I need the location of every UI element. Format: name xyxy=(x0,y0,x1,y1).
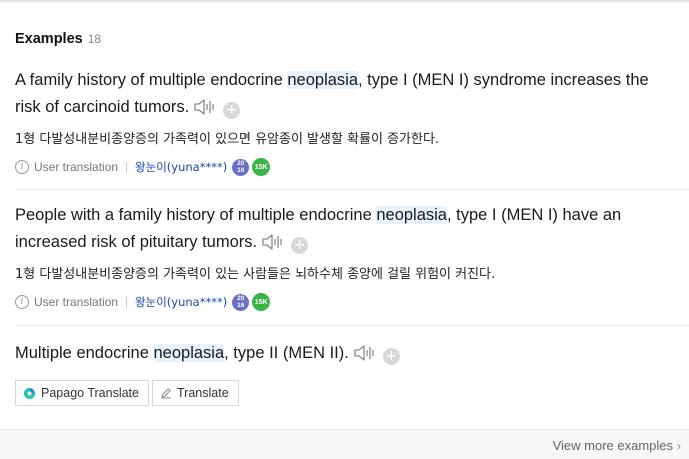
example-divider xyxy=(15,325,689,326)
speaker-icon[interactable] xyxy=(353,344,377,371)
example-item: People with a family history of multiple… xyxy=(15,202,689,312)
top-divider xyxy=(0,0,689,2)
level-badge-icon: 15K xyxy=(252,158,271,176)
footer-bar: View more examples › xyxy=(0,429,689,459)
translate-label: Translate xyxy=(177,386,229,400)
translation-source: User translation xyxy=(34,295,119,309)
info-icon[interactable]: i xyxy=(15,295,29,309)
translation-meta: i User translation 왕눈이(yuna****) 20 16 15… xyxy=(15,157,689,177)
example-translation: 1형 다발성내분비종양증의 가족력이 있는 사람들은 뇌하수체 종양에 걸릴 위… xyxy=(15,267,496,282)
view-more-label: View more examples xyxy=(552,438,673,453)
translation-source: User translation xyxy=(34,160,119,174)
example-sentence: A family history of multiple endocrine n… xyxy=(15,67,675,125)
sentence-text: , type II (MEN II). xyxy=(224,344,349,362)
translation-meta: i User translation 왕눈이(yuna****) 20 16 15… xyxy=(15,292,689,312)
pencil-icon xyxy=(160,387,172,399)
papago-translate-button[interactable]: Papago Translate xyxy=(15,380,149,406)
sentence-text: People with a family history of multiple… xyxy=(15,206,377,224)
example-sentence: Multiple endocrine neoplasia, type II (M… xyxy=(15,340,675,371)
example-item: Multiple endocrine neoplasia, type II (M… xyxy=(15,340,689,406)
speaker-icon[interactable] xyxy=(193,98,217,125)
examples-header: Examples 18 xyxy=(15,31,101,47)
highlighted-term[interactable]: neoplasia xyxy=(376,206,447,224)
year-badge-icon: 20 16 xyxy=(232,293,250,311)
papago-icon xyxy=(23,387,36,400)
user-link[interactable]: 왕눈이(yuna****) xyxy=(135,159,227,175)
add-icon[interactable]: + xyxy=(382,348,400,365)
user-link[interactable]: 왕눈이(yuna****) xyxy=(135,294,227,310)
meta-divider xyxy=(126,161,128,173)
example-sentence: People with a family history of multiple… xyxy=(15,202,675,260)
highlighted-term[interactable]: neoplasia xyxy=(153,344,225,362)
highlighted-term[interactable]: neoplasia xyxy=(287,71,359,89)
sentence-text: Multiple endocrine xyxy=(15,344,154,362)
example-item: A family history of multiple endocrine n… xyxy=(15,67,689,177)
view-more-examples-link[interactable]: View more examples › xyxy=(553,438,681,453)
translate-button[interactable]: Translate xyxy=(152,380,239,406)
add-icon[interactable]: + xyxy=(291,237,309,254)
sentence-text: A family history of multiple endocrine xyxy=(15,71,288,89)
add-icon[interactable]: + xyxy=(223,102,241,119)
meta-divider xyxy=(126,296,128,308)
chevron-right-icon: › xyxy=(677,438,681,453)
examples-count: 18 xyxy=(87,32,102,46)
example-translation: 1형 다발성내분비종양증의 가족력이 있으면 유암종이 발생할 확률이 증가한다… xyxy=(15,132,440,147)
examples-title: Examples xyxy=(15,31,83,47)
example-divider xyxy=(15,189,689,190)
papago-translate-label: Papago Translate xyxy=(41,386,139,400)
translate-buttons: Papago Translate Translate xyxy=(15,380,689,406)
info-icon[interactable]: i xyxy=(15,160,29,174)
speaker-icon[interactable] xyxy=(261,233,285,260)
year-badge-icon: 20 16 xyxy=(232,158,250,176)
level-badge-icon: 15K xyxy=(252,293,271,311)
